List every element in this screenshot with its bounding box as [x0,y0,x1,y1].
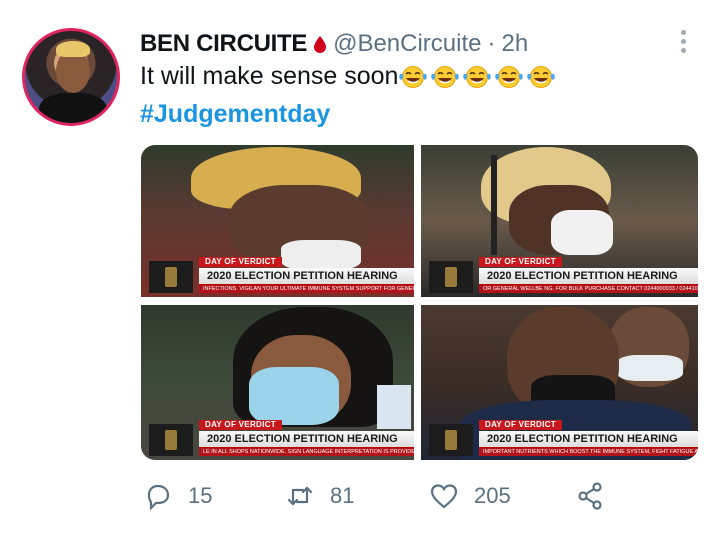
tears-of-joy-emoji [495,66,524,89]
more-options-icon[interactable] [676,28,690,54]
broadcaster-logo [429,261,473,293]
like-button[interactable]: 205 [428,478,511,514]
news-ticker: OR GENERAL WELLBE NG. FOR BULK PURCHASE … [479,285,698,293]
broadcaster-logo [429,424,473,456]
reply-button[interactable]: 15 [142,478,212,514]
photo-mask [551,210,613,255]
avatar-hair [56,41,90,57]
photo-background-mask [617,355,683,381]
reply-icon [147,484,170,511]
news-ticker: INFECTIONS. VIGILAN YOUR ULTIMATE IMMUNE… [199,285,414,293]
verdict-tag: DAY OF VERDICT [479,420,562,430]
news-ticker: LE IN ALL SHOPS NATIONWIDE. SIGN LANGUAG… [199,448,414,456]
headline-bar: 2020 ELECTION PETITION HEARING [199,431,414,448]
tweet-text-body: It will make sense soon [140,62,399,90]
user-handle[interactable]: @BenCircuite [333,30,481,58]
tweet-header: BEN CIRCUITE @BenCircuite · 2h [140,29,528,59]
hashtag-link[interactable]: #Judgementday [140,100,330,129]
tears-of-joy-emoji [463,66,492,89]
verdict-tag: DAY OF VERDICT [199,420,282,430]
broadcaster-logo [149,424,193,456]
avatar[interactable] [22,28,120,126]
media-photo-4[interactable]: DAY OF VERDICT 2020 ELECTION PETITION HE… [421,305,698,460]
share-button[interactable] [574,478,606,514]
media-grid: DAY OF VERDICT 2020 ELECTION PETITION HE… [141,145,698,460]
separator-dot: · [487,30,496,57]
tears-of-joy-emoji [527,66,556,89]
headline-bar: 2020 ELECTION PETITION HEARING [479,268,698,285]
verdict-tag: DAY OF VERDICT [199,257,282,267]
blood-drop-icon [314,36,327,53]
headline-bar: 2020 ELECTION PETITION HEARING [199,268,414,285]
emoji-group [398,65,556,89]
headline-bar: 2020 ELECTION PETITION HEARING [479,431,698,448]
broadcaster-logo [149,261,193,293]
news-ticker: IMPORTANT NUTRIENTS WHICH BOOST THE IMMU… [479,448,698,456]
tears-of-joy-emoji [431,66,460,89]
retweet-button[interactable]: 81 [284,478,354,514]
retweet-icon [287,486,313,506]
tears-of-joy-emoji [399,66,428,89]
media-photo-3[interactable]: DAY OF VERDICT 2020 ELECTION PETITION HE… [141,305,414,460]
tweet-text: It will make sense soon [140,62,556,91]
display-name[interactable]: BEN CIRCUITE [140,30,307,58]
photo-microphone [491,155,497,255]
media-photo-1[interactable]: DAY OF VERDICT 2020 ELECTION PETITION HE… [141,145,414,297]
retweet-count: 81 [330,483,355,508]
reply-count: 15 [188,483,213,508]
heart-icon [430,484,458,509]
media-photo-2[interactable]: DAY OF VERDICT 2020 ELECTION PETITION HE… [421,145,698,297]
verdict-tag: DAY OF VERDICT [479,257,562,267]
avatar-shirt [39,93,107,123]
tweet-actions: 15 81 205 [0,478,720,518]
share-icon [578,482,602,510]
photo-mask [249,367,339,425]
timestamp[interactable]: 2h [502,30,529,58]
like-count: 205 [474,483,511,508]
